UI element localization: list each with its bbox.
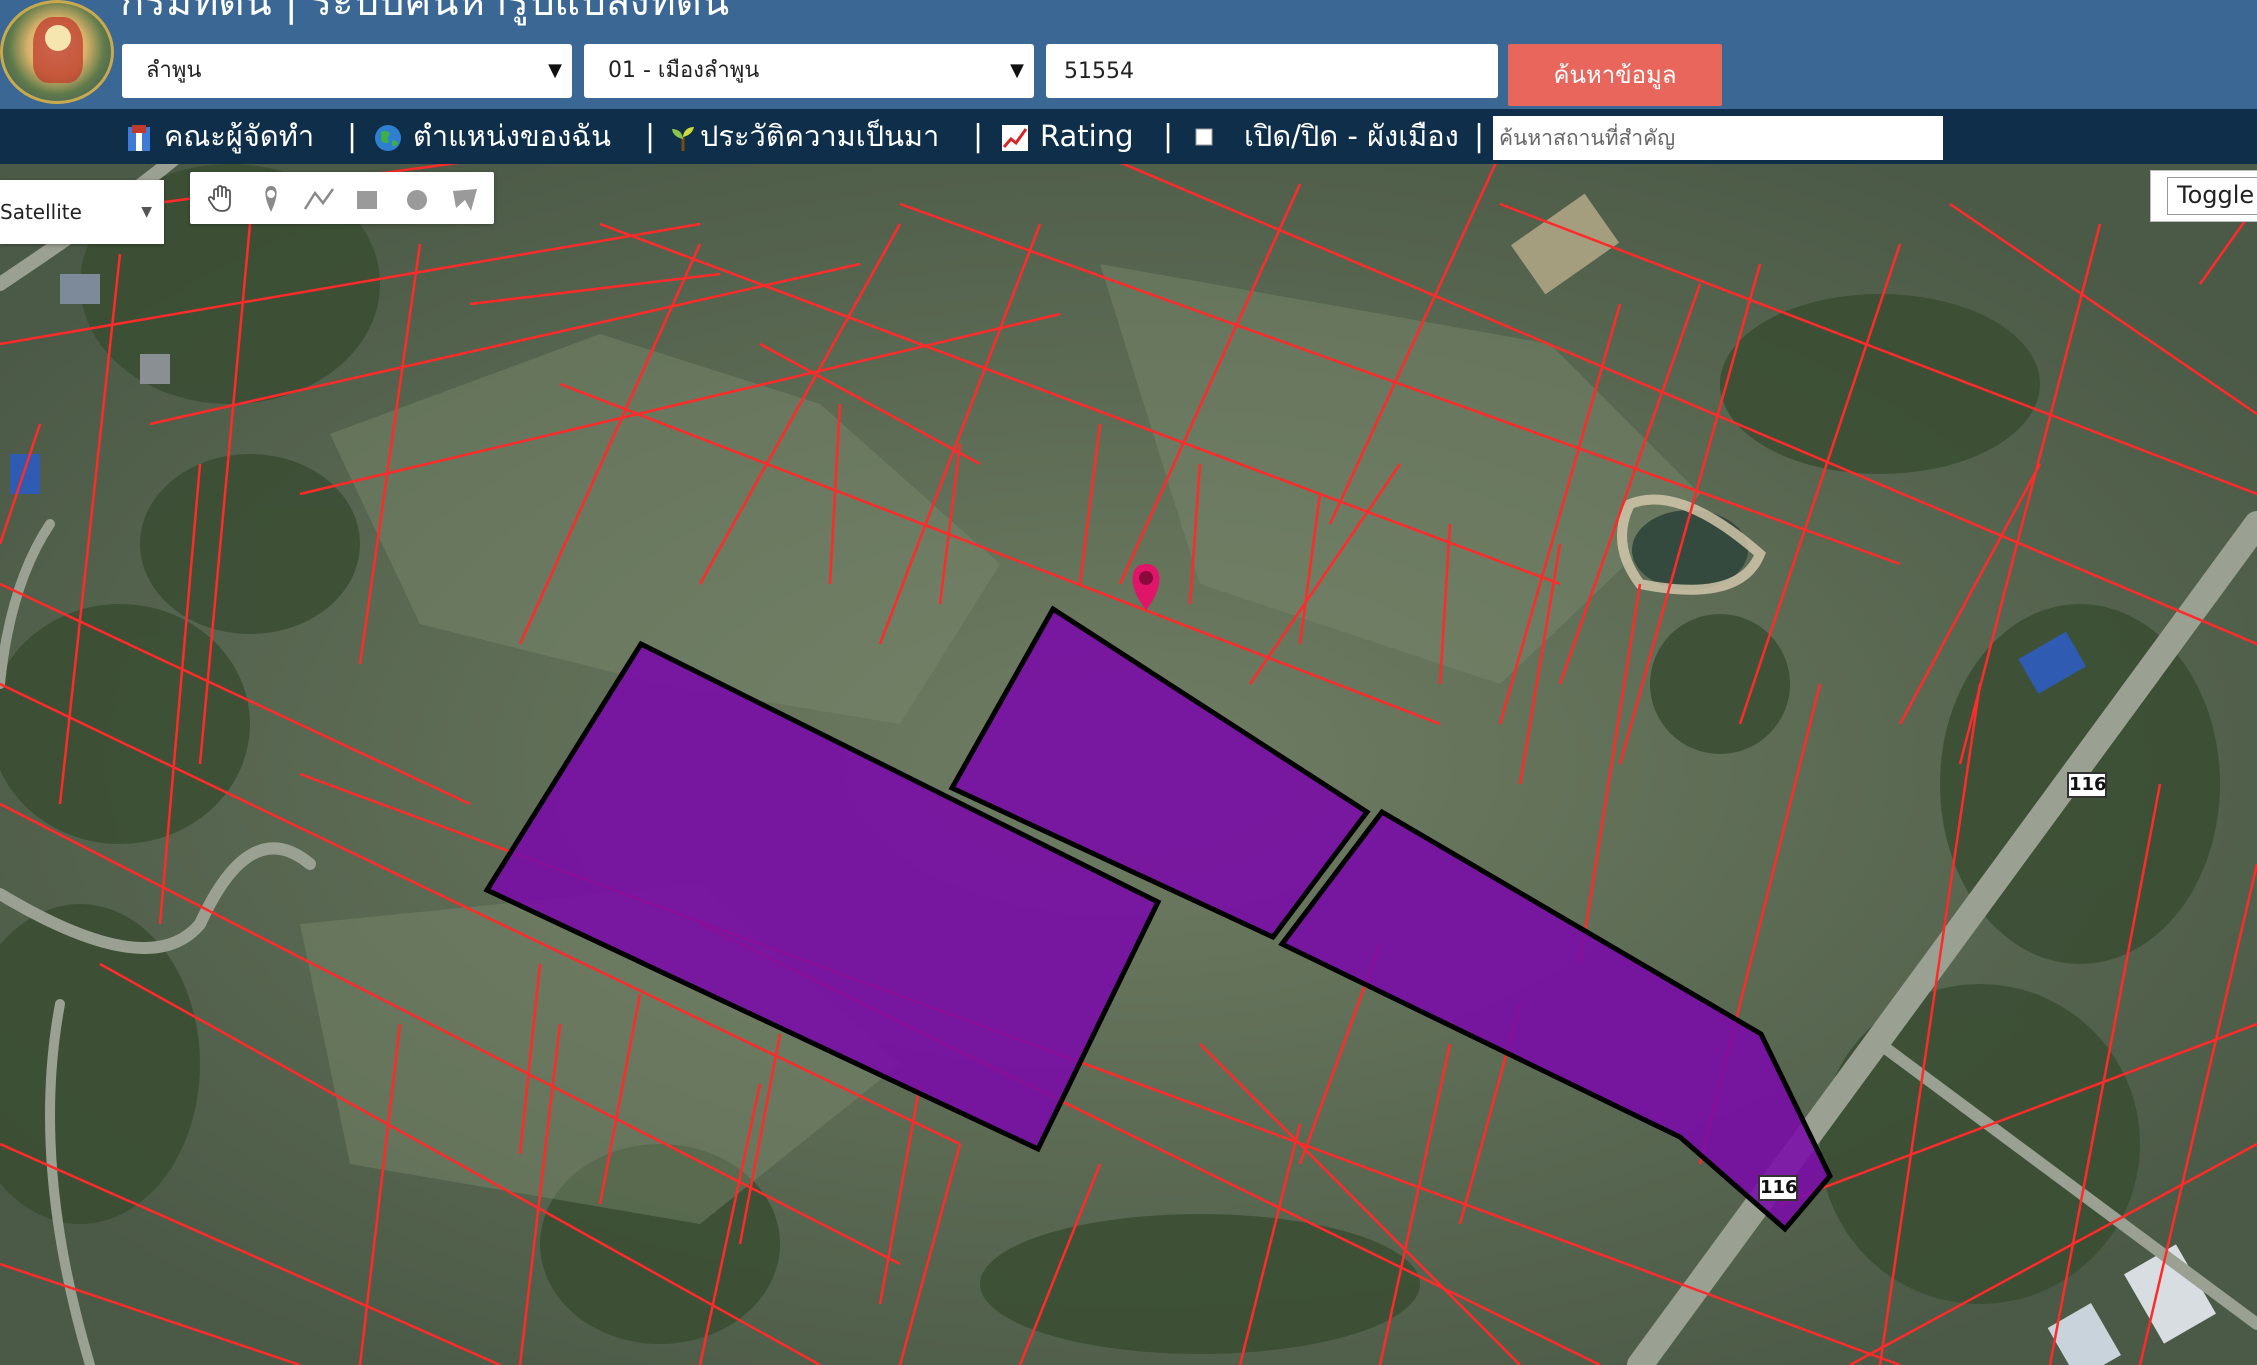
district-select-value: 01 - เมืองลำพูน: [608, 58, 760, 83]
app-title: กรมที่ดิน | ระบบค้นหารูปแปลงที่ดิน: [120, 0, 730, 25]
polygon-icon[interactable]: [448, 182, 482, 216]
nav-item-rating[interactable]: Rating: [1000, 109, 1134, 164]
drawing-toolbar: [190, 172, 494, 224]
road-shield-116: 116: [1758, 1175, 1798, 1201]
globe-icon: [375, 125, 401, 151]
nav-separator: |: [645, 119, 656, 154]
map-canvas[interactable]: 116 116: [0, 164, 2257, 1365]
chevron-down-icon: ▼: [1010, 60, 1024, 81]
nav-item-label: ประวัติความเป็นมา: [700, 119, 940, 153]
toggle-button-label: Toggle: [2177, 181, 2255, 209]
chevron-down-icon: ▼: [141, 204, 152, 220]
book-icon: [128, 125, 150, 151]
header-bar: กรมที่ดิน | ระบบค้นหารูปแปลงที่ดิน ลำพูน…: [0, 0, 2257, 109]
nav-item-label: Rating: [1040, 119, 1134, 153]
nav-separator: |: [1474, 119, 1485, 154]
nav-item-city-plan-toggle[interactable]: เปิด/ปิด - ผังเมือง: [1190, 109, 1459, 164]
nav-separator: |: [1163, 119, 1174, 154]
nav-item-history[interactable]: ประวัติความเป็นมา: [668, 109, 939, 164]
map-type-select[interactable]: Satellite ▼: [0, 180, 164, 244]
polyline-icon[interactable]: [302, 182, 336, 216]
rectangle-icon[interactable]: [350, 182, 384, 216]
nav-item-label: เปิด/ปิด - ผังเมือง: [1244, 119, 1459, 153]
parcel-number-input[interactable]: [1046, 44, 1498, 98]
place-search-input[interactable]: [1493, 116, 1943, 160]
toggle-button[interactable]: Toggle: [2150, 170, 2257, 222]
chart-icon: [1002, 125, 1028, 151]
province-select-value: ลำพูน: [146, 58, 202, 83]
chevron-down-icon: ▼: [548, 60, 562, 81]
nav-separator: |: [973, 119, 984, 154]
circle-icon[interactable]: [400, 182, 434, 216]
department-seal-logo: [0, 0, 114, 104]
checkbox-icon[interactable]: [1190, 123, 1220, 153]
nav-item-my-location[interactable]: ตำแหน่งของฉัน: [373, 109, 611, 164]
hand-icon[interactable]: [204, 182, 238, 216]
satellite-map[interactable]: [0, 164, 2257, 1365]
road-shield-116: 116: [2067, 772, 2107, 798]
map-type-value: Satellite: [0, 200, 82, 224]
marker-icon[interactable]: [254, 182, 288, 216]
province-select[interactable]: ลำพูน ▼: [122, 44, 572, 98]
sprout-icon: [672, 127, 694, 151]
nav-separator: |: [347, 119, 358, 154]
search-button[interactable]: ค้นหาข้อมูล: [1508, 44, 1722, 106]
nav-item-team[interactable]: คณะผู้จัดทำ: [124, 109, 314, 164]
nav-item-label: ตำแหน่งของฉัน: [413, 119, 611, 153]
district-select[interactable]: 01 - เมืองลำพูน ▼: [584, 44, 1034, 98]
nav-item-label: คณะผู้จัดทำ: [164, 119, 315, 153]
